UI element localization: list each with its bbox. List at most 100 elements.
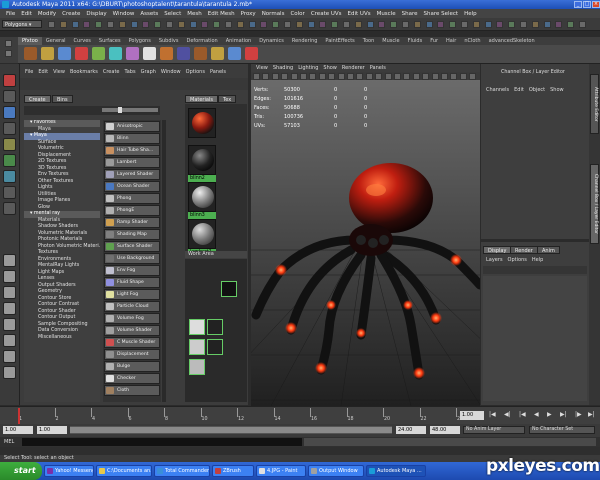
- create-node-button[interactable]: Particle Cloud: [104, 301, 160, 312]
- status-tool-icon[interactable]: [555, 21, 563, 28]
- status-tool-icon[interactable]: [189, 21, 197, 28]
- playback-end-field[interactable]: 24.00: [396, 426, 426, 434]
- shelf-tab-dynamics[interactable]: Dynamics: [255, 37, 288, 45]
- status-tool-icon[interactable]: [225, 21, 232, 28]
- viewport-tool-icon[interactable]: [459, 72, 467, 80]
- hypershade-menu-window[interactable]: Window: [161, 69, 181, 75]
- create-node-button[interactable]: Bulge: [104, 361, 160, 372]
- time-slider-cursor[interactable]: [18, 408, 20, 424]
- work-area[interactable]: [185, 259, 247, 402]
- anim-layer-dropdown[interactable]: No Anim Layer: [463, 426, 525, 434]
- viewport-tool-icon[interactable]: [337, 72, 345, 80]
- status-tool-icon[interactable]: [343, 21, 350, 28]
- create-node-button[interactable]: Ramp Shader: [104, 217, 160, 228]
- status-tool-icon[interactable]: [107, 21, 114, 28]
- viewport-tool-icon[interactable]: [290, 72, 298, 80]
- shelf-tool-icon[interactable]: [245, 47, 258, 60]
- hypershade-menu-edit[interactable]: Edit: [38, 69, 48, 75]
- mel-label[interactable]: MEL: [4, 438, 14, 446]
- tab-bins[interactable]: Bins: [52, 95, 73, 103]
- toolbox-tool-icon[interactable]: [3, 286, 16, 299]
- taskbar-item-total-commander[interactable]: Total Commander ...: [154, 465, 210, 477]
- tab-channel-box[interactable]: Channel Box / Layer Editor: [590, 164, 599, 244]
- create-node-button[interactable]: Layered Shader: [104, 169, 160, 180]
- status-tool-icon[interactable]: [543, 21, 551, 28]
- shelf-tool-icon[interactable]: [126, 47, 139, 60]
- viewport-tool-icon[interactable]: [318, 72, 326, 80]
- hypershade-menu-view[interactable]: View: [53, 69, 65, 75]
- create-node-button[interactable]: Checker: [104, 373, 160, 384]
- create-node-button[interactable]: Lambert: [104, 157, 160, 168]
- create-node-button[interactable]: Displacement: [104, 349, 160, 360]
- viewport-tool-icon[interactable]: [262, 72, 270, 80]
- toolbox-tool-icon[interactable]: [3, 74, 16, 87]
- create-node-button[interactable]: Env Fog: [104, 265, 160, 276]
- step-back-icon[interactable]: ◀|: [504, 411, 511, 418]
- menu-file[interactable]: File: [6, 11, 15, 17]
- create-node-button[interactable]: C Muscle Shader: [104, 337, 160, 348]
- status-tool-icon[interactable]: [201, 21, 209, 28]
- shelf-tab-toon[interactable]: Toon: [359, 37, 379, 45]
- channel-box-menu-object[interactable]: Object: [529, 87, 545, 93]
- menu-assets[interactable]: Assets: [140, 11, 158, 17]
- toolbox-tool-icon[interactable]: [3, 202, 16, 215]
- shelf-gear-icon[interactable]: [5, 40, 12, 47]
- status-tool-icon[interactable]: [248, 21, 256, 28]
- menu-modify[interactable]: Modify: [38, 11, 56, 17]
- character-set-dropdown[interactable]: No Character Set: [529, 426, 595, 434]
- status-tool-icon[interactable]: [413, 21, 421, 28]
- status-tool-icon[interactable]: [520, 21, 527, 28]
- viewport-tool-icon[interactable]: [328, 72, 336, 80]
- tab-create[interactable]: Create: [24, 95, 51, 103]
- status-tool-icon[interactable]: [378, 21, 386, 28]
- channel-box-menu-channels[interactable]: Channels: [486, 87, 509, 93]
- create-node-button[interactable]: Light Fog: [104, 289, 160, 300]
- shelf-tab-hair[interactable]: Hair: [442, 37, 460, 45]
- viewport-tool-icon[interactable]: [450, 72, 458, 80]
- viewport-tool-icon[interactable]: [441, 72, 448, 80]
- taskbar-item-zbrush[interactable]: ZBrush: [212, 465, 254, 477]
- viewport-tool-icon[interactable]: [375, 72, 383, 80]
- viewport-tool-icon[interactable]: [469, 72, 477, 80]
- status-tool-icon[interactable]: [331, 21, 339, 28]
- toolbox-tool-icon[interactable]: [3, 254, 16, 267]
- viewport-menu-show[interactable]: Show: [323, 65, 337, 71]
- viewport-tool-icon[interactable]: [403, 72, 411, 80]
- shelf-tool-icon[interactable]: [194, 47, 207, 60]
- viewport-tool-icon[interactable]: [356, 72, 364, 80]
- status-tool-icon[interactable]: [118, 21, 126, 28]
- menu-edit-mesh[interactable]: Edit Mesh: [208, 11, 235, 17]
- create-node-button[interactable]: Surface Shader: [104, 241, 160, 252]
- status-tool-icon[interactable]: [260, 21, 268, 28]
- shelf-tab-advancedskeleton[interactable]: advancedSkeleton: [485, 37, 539, 45]
- shelf-tool-icon[interactable]: [58, 47, 71, 60]
- status-tool-icon[interactable]: [130, 21, 138, 28]
- node-size-slider-handle[interactable]: [118, 107, 122, 113]
- end-time-field[interactable]: 48.00: [430, 426, 460, 434]
- create-node-button[interactable]: Ocean Shader: [104, 181, 160, 192]
- menu-edit-uvs[interactable]: Edit UVs: [348, 11, 371, 17]
- layer-menu-options[interactable]: Options: [508, 257, 527, 263]
- status-tool-icon[interactable]: [319, 21, 327, 28]
- channel-box-menu-show[interactable]: Show: [550, 87, 564, 93]
- node-list-scrollbar[interactable]: [162, 120, 166, 402]
- status-tool-icon[interactable]: [142, 21, 150, 28]
- node-size-slider[interactable]: [102, 108, 158, 112]
- layer-menu-help[interactable]: Help: [532, 257, 543, 263]
- toolbox-tool-icon[interactable]: [3, 270, 16, 283]
- taskbar-item-yahoo-messenger[interactable]: Yahoo! Messenger: [44, 465, 94, 477]
- shelf-tool-icon[interactable]: [143, 47, 156, 60]
- taskbar-item-autodesk-maya[interactable]: Autodesk Maya ...: [366, 465, 426, 477]
- viewport-menu-shading[interactable]: Shading: [273, 65, 293, 71]
- create-node-button[interactable]: PhongE: [104, 205, 160, 216]
- status-tool-icon[interactable]: [366, 21, 374, 28]
- work-area-node[interactable]: [207, 339, 223, 355]
- status-tool-icon[interactable]: [83, 21, 91, 28]
- work-area-node[interactable]: [207, 319, 223, 335]
- hypershade-menu-file[interactable]: File: [25, 69, 33, 75]
- hypershade-menu-options[interactable]: Options: [186, 69, 205, 75]
- menu-create[interactable]: Create: [62, 11, 80, 17]
- create-node-button[interactable]: Volume Fog: [104, 313, 160, 324]
- status-tool-icon[interactable]: [496, 21, 504, 28]
- toolbox-tool-icon[interactable]: [3, 318, 16, 331]
